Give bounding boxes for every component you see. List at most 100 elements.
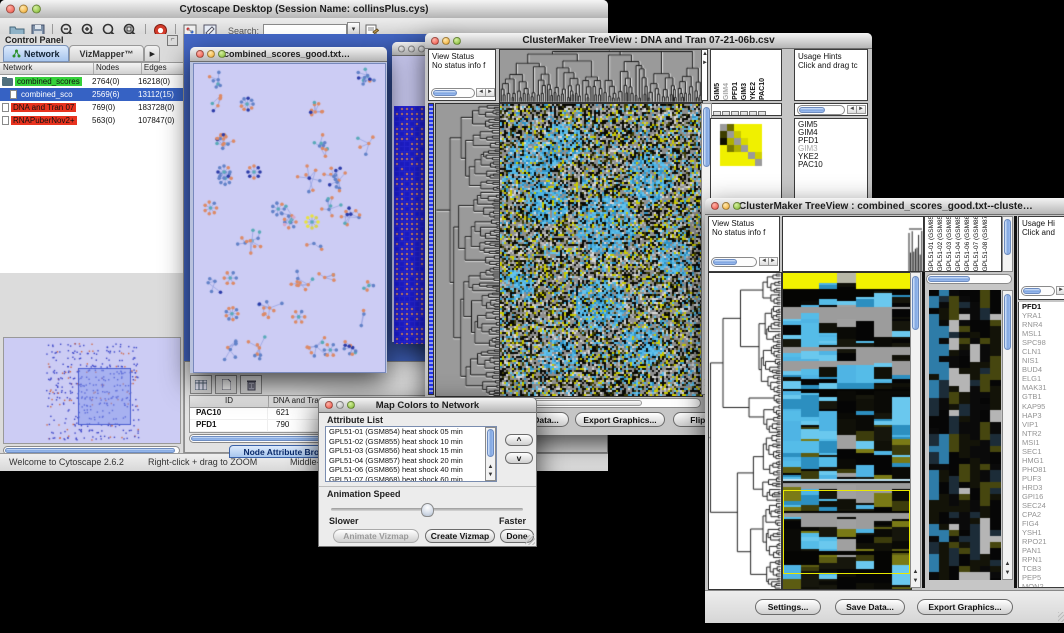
gene-label[interactable]: CLN1: [1022, 347, 1064, 356]
close-icon[interactable]: [431, 37, 439, 45]
treeview2-titlebar[interactable]: ClusterMaker TreeView : combined_scores_…: [705, 198, 1064, 215]
network-window-titlebar[interactable]: combined_scores_good.txt--cluste...: [190, 47, 387, 62]
move-down-button[interactable]: v: [505, 452, 533, 464]
network-table-row[interactable]: RNAPuberNov2+563(0)107847(0): [0, 114, 183, 127]
gene-label[interactable]: HAP3: [1022, 411, 1064, 420]
zoom-icon[interactable]: [32, 5, 41, 14]
gene-label[interactable]: RPN1: [1022, 555, 1064, 564]
tool-icon[interactable]: [749, 111, 757, 116]
scroll-down-icon[interactable]: ▼: [911, 577, 920, 586]
close-icon[interactable]: [325, 401, 333, 409]
network-table-row[interactable]: combined_scores2764(0)16218(0): [0, 75, 183, 88]
gene-label[interactable]: RPO21: [1022, 537, 1064, 546]
speed-slider[interactable]: [331, 508, 523, 511]
create-vizmap-button[interactable]: Create Vizmap: [425, 529, 495, 543]
close-icon[interactable]: [711, 202, 719, 210]
attribute-list-item[interactable]: GPL51-03 (GSM856) heat shock 15 min: [326, 446, 496, 456]
minimize-icon[interactable]: [722, 202, 730, 210]
treeview1-titlebar[interactable]: ClusterMaker TreeView : DNA and Tran 07-…: [425, 33, 872, 49]
scroll-down-icon[interactable]: ▼: [1003, 569, 1012, 578]
gene-label[interactable]: TCB3: [1022, 564, 1064, 573]
gene-label[interactable]: MON2: [1022, 582, 1064, 588]
gene-label[interactable]: VIP1: [1022, 420, 1064, 429]
tool-icon[interactable]: [758, 111, 766, 116]
scroll-up-icon[interactable]: ▲: [702, 50, 707, 59]
dialog-titlebar[interactable]: Map Colors to Network: [319, 398, 536, 413]
minimize-icon[interactable]: [442, 37, 450, 45]
gene-label[interactable]: YRA1: [1022, 311, 1064, 320]
gene-label[interactable]: PFD1: [1022, 302, 1064, 311]
zoom-heatmap-canvas[interactable]: [929, 290, 1001, 580]
tab-vizmapper[interactable]: VizMapper™: [69, 45, 145, 62]
zoom-icon[interactable]: [347, 401, 355, 409]
scroll-right-icon[interactable]: ►: [768, 257, 778, 266]
cluster-mini-heatmap-canvas[interactable]: [719, 122, 763, 168]
scroll-right-icon[interactable]: ►: [702, 59, 707, 68]
select-attributes-icon[interactable]: [190, 375, 212, 394]
gene-label[interactable]: RNR4: [1022, 320, 1064, 329]
gene-label[interactable]: BUD4: [1022, 365, 1064, 374]
gene-label[interactable]: MSL1: [1022, 329, 1064, 338]
subheatmap-hscrollbar[interactable]: [926, 274, 1012, 284]
tool-icon[interactable]: [713, 111, 721, 116]
column-dendrogram-canvas[interactable]: [499, 49, 703, 103]
column-dendrogram-canvas[interactable]: [782, 216, 924, 272]
column-labels-vscrollbar[interactable]: [1002, 216, 1013, 272]
row-dendrogram-canvas[interactable]: [708, 272, 782, 590]
settings-button[interactable]: Settings...: [755, 599, 821, 615]
close-icon[interactable]: [6, 5, 15, 14]
tab-overflow-icon[interactable]: ▶: [144, 45, 160, 62]
zoom-icon[interactable]: [733, 202, 741, 210]
attribute-list-item[interactable]: GPL51-01 (GSM854) heat shock 05 min: [326, 427, 496, 437]
scroll-up-icon[interactable]: ▲: [911, 568, 920, 577]
export-graphics-button[interactable]: Export Graphics...: [575, 412, 665, 427]
minimize-icon[interactable]: [19, 5, 28, 14]
float-panel-icon[interactable]: ⌐: [167, 35, 178, 46]
close-icon[interactable]: [398, 45, 405, 52]
attribute-listbox[interactable]: GPL51-01 (GSM854) heat shock 05 minGPL51…: [325, 426, 497, 482]
column-header-network[interactable]: Network: [0, 63, 94, 74]
zoom-icon[interactable]: [218, 50, 226, 58]
save-data-button[interactable]: Save Data...: [835, 599, 905, 615]
gene-label[interactable]: KAP95: [1022, 402, 1064, 411]
label-hscrollbar[interactable]: [797, 105, 845, 115]
gene-label[interactable]: FIG4: [1022, 519, 1064, 528]
minimize-icon[interactable]: [207, 50, 215, 58]
delete-attribute-icon[interactable]: [240, 375, 262, 394]
network-view-canvas[interactable]: [193, 63, 386, 373]
gene-label[interactable]: CPA2: [1022, 510, 1064, 519]
heatmap-selection-rect[interactable]: [783, 490, 910, 574]
gene-label[interactable]: YSH1: [1022, 528, 1064, 537]
network-table-row[interactable]: DNA and Tran 07769(0)183728(0): [0, 101, 183, 114]
gene-label[interactable]: PHO81: [1022, 465, 1064, 474]
tool-icon[interactable]: [731, 111, 739, 116]
column-header-nodes[interactable]: Nodes: [94, 63, 142, 74]
row-dendrogram-canvas[interactable]: [435, 103, 501, 397]
birdseye-view-canvas[interactable]: [3, 337, 181, 444]
gene-label[interactable]: SEC1: [1022, 447, 1064, 456]
tool-icon[interactable]: [740, 111, 748, 116]
row-label[interactable]: PAC10: [798, 161, 867, 169]
gene-label[interactable]: NIS1: [1022, 356, 1064, 365]
gene-label[interactable]: PUF3: [1022, 474, 1064, 483]
minimize-icon[interactable]: [408, 45, 415, 52]
zoom-icon[interactable]: [453, 37, 461, 45]
scroll-right-icon[interactable]: ►: [1056, 286, 1064, 295]
attribute-list-item[interactable]: GPL51-02 (GSM855) heat shock 10 min: [326, 437, 496, 447]
view-status-hscrollbar[interactable]: [431, 88, 475, 98]
scroll-down-icon[interactable]: ▼: [486, 471, 495, 480]
gene-label[interactable]: SEC24: [1022, 501, 1064, 510]
attribute-list-item[interactable]: GPL51-07 (GSM868) heat shock 60 min: [326, 475, 496, 483]
slider-thumb[interactable]: [421, 503, 434, 517]
main-titlebar[interactable]: Cytoscape Desktop (Session Name: collins…: [0, 0, 608, 19]
gene-label[interactable]: NTR2: [1022, 429, 1064, 438]
close-icon[interactable]: [196, 50, 204, 58]
gene-label[interactable]: HMG1: [1022, 456, 1064, 465]
tab-network[interactable]: Network: [3, 45, 69, 62]
resize-grip[interactable]: [1058, 612, 1064, 622]
attribute-list-item[interactable]: GPL51-04 (GSM857) heat shock 20 min: [326, 456, 496, 466]
gene-label[interactable]: GTB1: [1022, 392, 1064, 401]
scroll-right-icon[interactable]: ►: [485, 88, 495, 97]
column-header-edges[interactable]: Edges: [142, 63, 183, 74]
animate-vizmap-button[interactable]: Animate Vizmap: [333, 529, 419, 543]
